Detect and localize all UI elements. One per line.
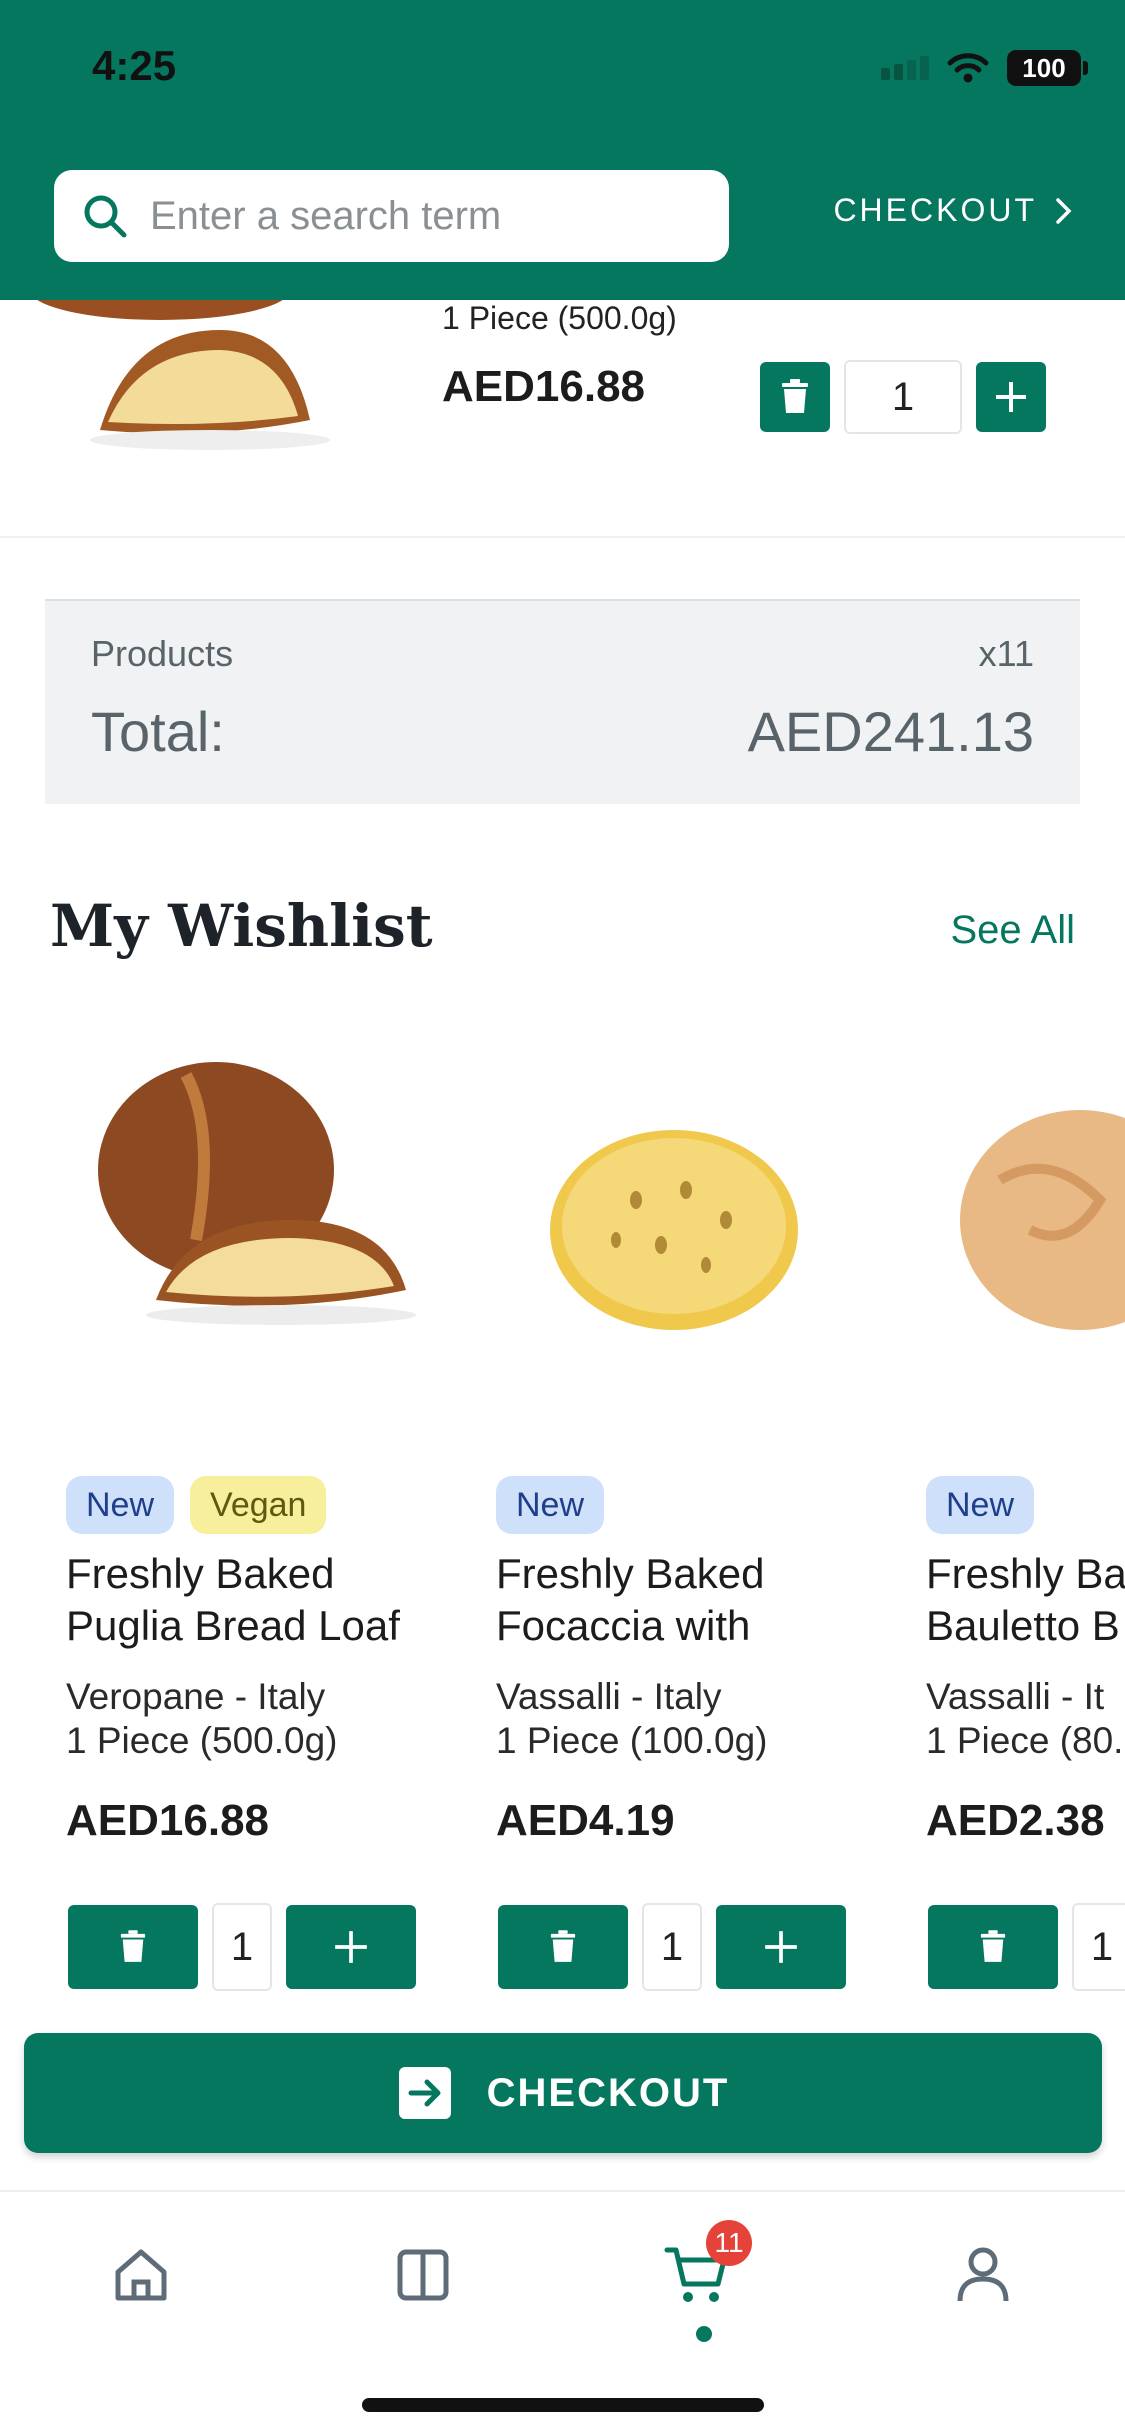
product-price: AED4.19 bbox=[496, 1796, 675, 1845]
product-name[interactable]: Freshly Baked Puglia Bread Loaf bbox=[66, 1548, 466, 1652]
cart-item-price: AED16.88 bbox=[442, 362, 646, 411]
products-label: Products bbox=[91, 633, 234, 674]
search-bar[interactable] bbox=[54, 170, 729, 262]
chevron-right-icon bbox=[1056, 197, 1072, 224]
wishlist-product-card-clipped[interactable]: New Freshly Ba Bauletto B Vassalli - It … bbox=[926, 0, 1125, 2030]
bauletto-bread-image bbox=[960, 1110, 1125, 1330]
product-brand: Vassalli - Italy bbox=[496, 1676, 722, 1717]
nav-cart[interactable]: 11 bbox=[662, 2220, 752, 2310]
trash-icon bbox=[980, 1930, 1006, 1962]
product-size: 1 Piece (80. bbox=[926, 1720, 1124, 1761]
remove-button[interactable] bbox=[68, 1905, 198, 1989]
product-brand: Veropane - Italy bbox=[66, 1676, 326, 1717]
order-summary: Products x11 Total: AED241.13 bbox=[45, 599, 1080, 804]
nav-home[interactable] bbox=[106, 2240, 176, 2310]
home-indicator bbox=[362, 2398, 764, 2412]
trash-icon bbox=[782, 379, 808, 413]
nav-catalog[interactable] bbox=[388, 2240, 458, 2310]
puglia-bread-image bbox=[98, 1062, 416, 1325]
active-indicator bbox=[696, 2326, 712, 2342]
status-time: 4:25 bbox=[92, 42, 177, 89]
product-quantity-control: 1 bbox=[68, 1903, 416, 1991]
product-price: AED16.88 bbox=[66, 1796, 270, 1845]
tag-new: New bbox=[496, 1476, 605, 1534]
search-input[interactable] bbox=[150, 193, 710, 239]
app-header: 4:25 100 CHECKOUT bbox=[0, 0, 1125, 300]
catalog-icon bbox=[397, 2249, 449, 2301]
header-checkout-link[interactable]: CHECKOUT bbox=[833, 192, 1073, 229]
add-button[interactable] bbox=[286, 1905, 416, 1989]
wifi-icon bbox=[947, 53, 989, 83]
quantity-value[interactable]: 1 bbox=[212, 1903, 272, 1991]
checkout-button[interactable]: CHECKOUT bbox=[24, 2033, 1102, 2153]
plus-icon bbox=[765, 1931, 797, 1963]
nav-profile[interactable] bbox=[948, 2240, 1018, 2310]
search-icon bbox=[84, 195, 127, 238]
trash-icon bbox=[550, 1930, 576, 1962]
add-button[interactable] bbox=[716, 1905, 846, 1989]
tag-new: New bbox=[66, 1476, 175, 1534]
quantity-value[interactable]: 1 bbox=[1072, 1903, 1125, 1991]
status-icons: 100 bbox=[881, 50, 1088, 86]
tag-vegan: Vegan bbox=[190, 1476, 327, 1534]
wishlist-title: My Wishlist bbox=[50, 892, 433, 960]
remove-button[interactable] bbox=[928, 1905, 1058, 1989]
signal-icon bbox=[881, 56, 929, 80]
product-size: 1 Piece (500.0g) bbox=[66, 1720, 338, 1761]
wishlist-product-card[interactable] bbox=[496, 1040, 896, 1425]
product-tags: New Vegan bbox=[66, 1476, 327, 1534]
profile-icon bbox=[957, 2247, 1009, 2302]
product-quantity-control: 1 bbox=[928, 1903, 1125, 1991]
product-brand: Vassalli - It bbox=[926, 1676, 1105, 1717]
bread-loaf-image bbox=[30, 290, 330, 450]
checkout-button-label: CHECKOUT bbox=[486, 2070, 730, 2115]
wishlist-product-card[interactable] bbox=[66, 1040, 466, 1425]
tag-new: New bbox=[926, 1476, 1035, 1534]
header-checkout-label: CHECKOUT bbox=[833, 192, 1037, 228]
product-name[interactable]: Freshly Ba Bauletto B bbox=[926, 1548, 1125, 1652]
quantity-value[interactable]: 1 bbox=[642, 1903, 702, 1991]
arrow-right-box-icon bbox=[398, 2067, 451, 2119]
home-icon bbox=[115, 2249, 167, 2301]
cart-item-weight: 1 Piece (500.0g) bbox=[442, 300, 677, 336]
product-quantity-control: 1 bbox=[498, 1903, 846, 1991]
total-label: Total: bbox=[91, 700, 225, 763]
focaccia-image bbox=[550, 1130, 798, 1330]
product-price: AED2.38 bbox=[926, 1796, 1105, 1845]
product-name[interactable]: Freshly Baked Focaccia with bbox=[496, 1548, 896, 1652]
remove-button[interactable] bbox=[498, 1905, 628, 1989]
product-tags: New bbox=[926, 1476, 1035, 1534]
product-tags: New bbox=[496, 1476, 605, 1534]
cart-badge: 11 bbox=[706, 2220, 752, 2266]
trash-icon bbox=[120, 1930, 146, 1962]
remove-button[interactable] bbox=[760, 362, 830, 432]
battery-icon: 100 bbox=[1007, 50, 1088, 86]
product-size: 1 Piece (100.0g) bbox=[496, 1720, 768, 1761]
plus-icon bbox=[335, 1931, 367, 1963]
